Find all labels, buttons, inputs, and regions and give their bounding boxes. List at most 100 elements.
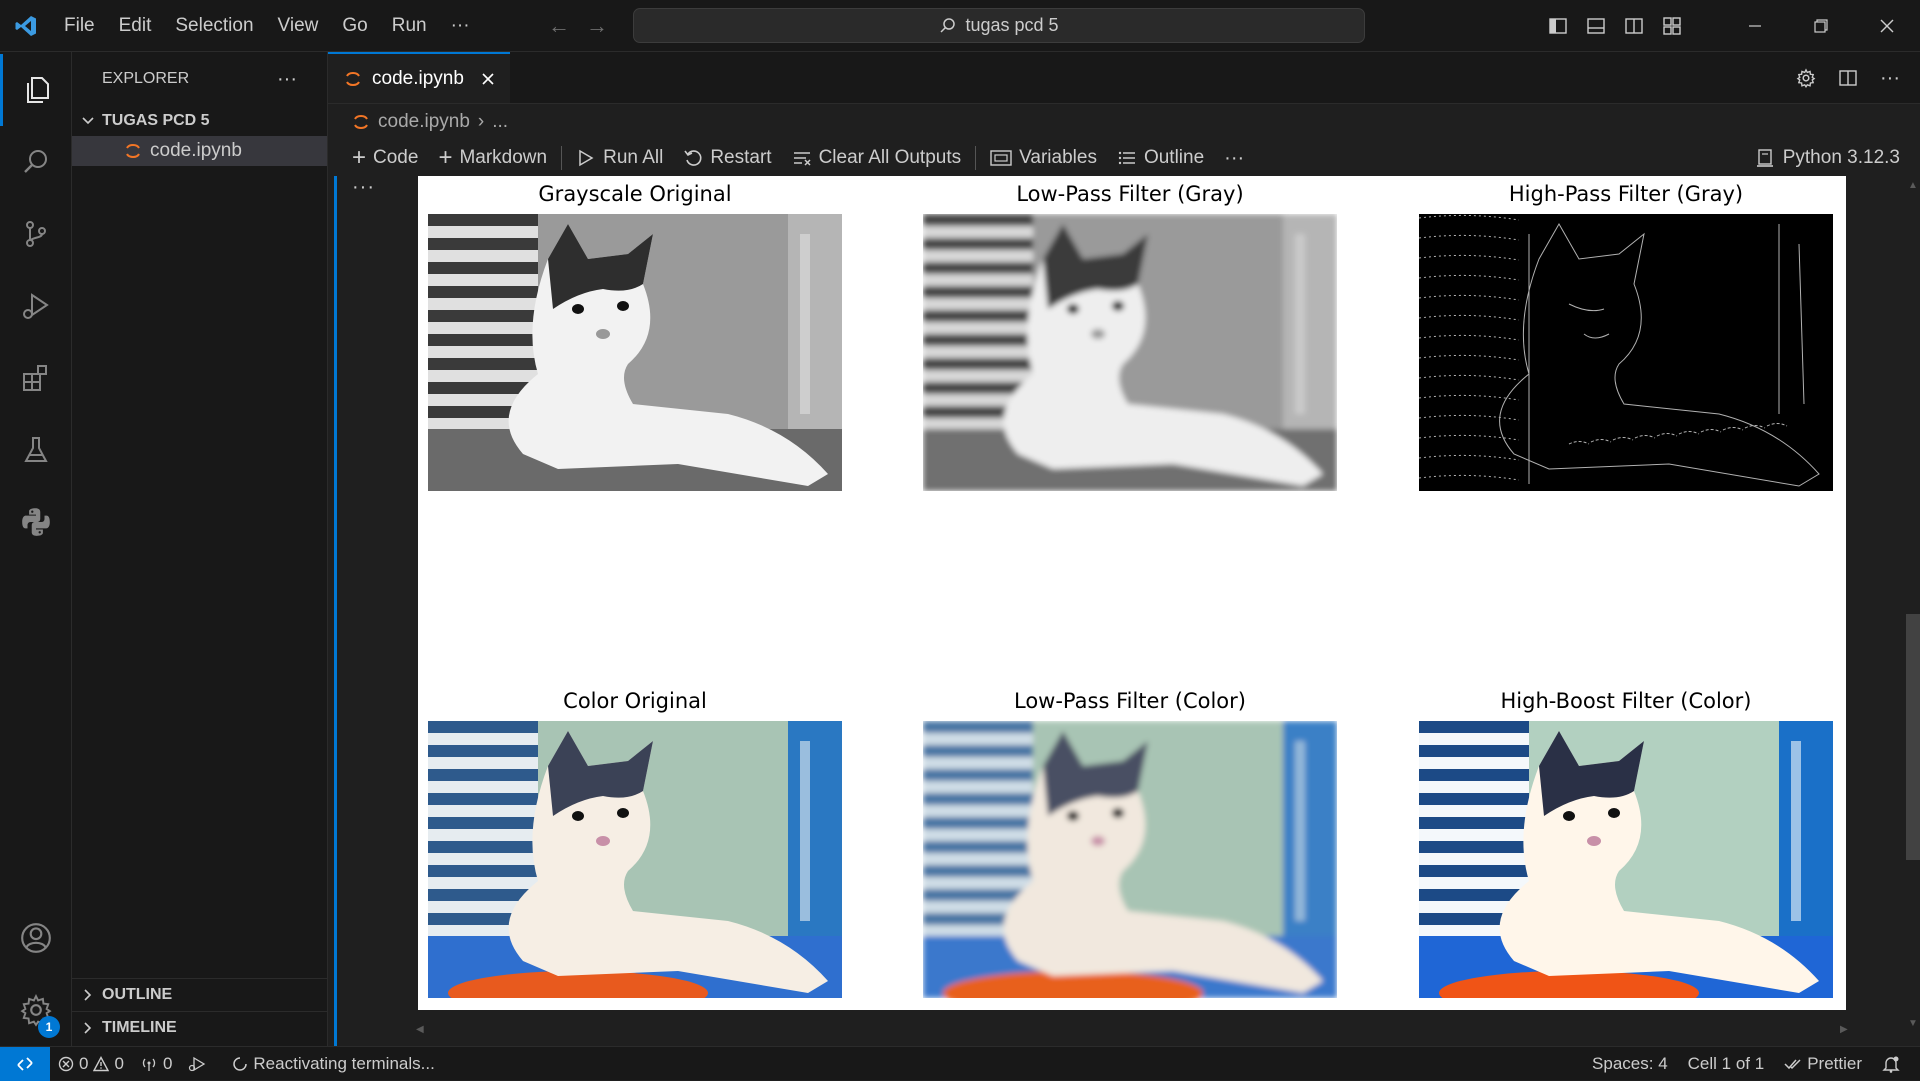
cell-output-menu[interactable]: ···	[352, 176, 375, 199]
restore-button[interactable]	[1788, 0, 1854, 52]
timeline-label: TIMELINE	[102, 1019, 177, 1036]
clear-outputs-button[interactable]: Clear All Outputs	[782, 140, 972, 176]
minimize-button[interactable]	[1722, 0, 1788, 52]
scroll-up-arrow-icon[interactable]: ▲	[1906, 180, 1920, 194]
variables-button[interactable]: Variables	[980, 140, 1107, 176]
kernel-picker[interactable]: Python 3.12.3	[1755, 140, 1900, 176]
editor-actions: ···	[1796, 52, 1900, 104]
remote-indicator[interactable]	[0, 1046, 50, 1081]
more-actions-icon[interactable]: ···	[1880, 67, 1900, 90]
problems-indicator[interactable]: 0 0	[50, 1047, 132, 1081]
beaker-icon	[24, 437, 48, 462]
prettier-status[interactable]: Prettier	[1776, 1047, 1870, 1081]
title-bar-controls	[1548, 0, 1920, 52]
kernel-icon	[1756, 149, 1773, 167]
source-control-icon	[26, 221, 46, 247]
indentation-status[interactable]: Spaces: 4	[1584, 1047, 1676, 1081]
breadcrumb-separator-icon: ›	[477, 111, 485, 132]
tab-code-ipynb[interactable]: code.ipynb	[328, 52, 510, 103]
activity-explorer[interactable]	[0, 54, 72, 126]
remote-icon	[17, 1056, 33, 1071]
activity-testing[interactable]	[0, 414, 72, 486]
toolbar-divider	[975, 146, 977, 170]
scrollbar-thumb[interactable]	[1906, 614, 1920, 860]
notebook-cells: ··· Grayscale Original Low-Pass Filter (…	[328, 176, 1920, 1046]
scroll-down-arrow-icon[interactable]: ▼	[1906, 1018, 1920, 1032]
back-arrow-icon[interactable]: ←	[548, 13, 570, 39]
toolbar-more-button[interactable]: ···	[1214, 140, 1254, 176]
breadcrumb-rest[interactable]: ...	[492, 111, 508, 133]
debug-status[interactable]	[180, 1047, 214, 1081]
minimize-icon	[1749, 25, 1761, 27]
activity-search[interactable]	[0, 126, 72, 198]
broadcast-icon	[142, 1058, 156, 1071]
activity-python[interactable]	[0, 486, 72, 558]
menu-file[interactable]: File	[52, 0, 107, 52]
outline-label: OUTLINE	[102, 986, 173, 1003]
cell-position-status[interactable]: Cell 1 of 1	[1680, 1047, 1773, 1081]
scroll-left-arrow-icon[interactable]: ◀	[416, 1024, 424, 1035]
activity-status[interactable]: Reactivating terminals...	[224, 1047, 442, 1081]
menu-go[interactable]: Go	[330, 0, 379, 52]
editor-area: code.ipynb ··· code.ipynb › ... + Code +…	[328, 52, 1920, 1046]
explorer-more-button[interactable]: ···	[277, 68, 297, 91]
file-code-ipynb[interactable]: code.ipynb	[72, 136, 327, 166]
outline-section[interactable]: OUTLINE	[72, 978, 328, 1011]
cat-image	[923, 721, 1337, 998]
outline-button[interactable]: Outline	[1107, 140, 1214, 176]
toggle-panel-icon[interactable]	[1586, 16, 1606, 36]
layout-controls	[1548, 16, 1682, 36]
settings-gear-icon[interactable]	[1796, 68, 1816, 88]
variables-label: Variables	[1019, 147, 1097, 168]
ports-indicator[interactable]: 0	[132, 1047, 180, 1081]
menu-run[interactable]: Run	[380, 0, 439, 52]
activity-source-control[interactable]	[0, 198, 72, 270]
notifications-button[interactable]	[1874, 1047, 1908, 1081]
timeline-section[interactable]: TIMELINE	[72, 1011, 328, 1044]
run-all-icon	[579, 149, 594, 167]
search-icon	[24, 150, 47, 173]
plot-title: Low-Pass Filter (Gray)	[1016, 182, 1244, 206]
add-markdown-cell-button[interactable]: + Markdown	[428, 140, 557, 176]
activity-extensions[interactable]	[0, 342, 72, 414]
split-editor-icon[interactable]	[1838, 68, 1858, 88]
command-center-search[interactable]: tugas pcd 5	[633, 8, 1365, 43]
forward-arrow-icon[interactable]: →	[586, 13, 608, 39]
menu-selection[interactable]: Selection	[163, 0, 265, 52]
activity-accounts[interactable]	[0, 902, 72, 974]
notebook-toolbar: + Code + Markdown Run All Restart Clear …	[328, 140, 1920, 176]
status-right: Spaces: 4 Cell 1 of 1 Prettier	[1584, 1047, 1908, 1081]
close-window-button[interactable]	[1854, 0, 1920, 52]
toggle-primary-sidebar-icon[interactable]	[1548, 16, 1568, 36]
customize-layout-icon[interactable]	[1662, 16, 1682, 36]
navigation-arrows: ← →	[548, 0, 608, 52]
run-all-button[interactable]: Run All	[566, 140, 673, 176]
explorer-header: EXPLORER ···	[72, 52, 327, 106]
vertical-scrollbar[interactable]: ▲ ▼	[1906, 176, 1920, 1046]
menu-more[interactable]: ···	[439, 0, 482, 52]
outline-label: Outline	[1143, 147, 1205, 168]
menu-view[interactable]: View	[266, 0, 331, 52]
search-icon	[940, 17, 956, 33]
breadcrumb-file[interactable]: code.ipynb	[378, 111, 470, 133]
warning-count: 0	[114, 1053, 124, 1073]
prettier-label: Prettier	[1807, 1054, 1862, 1073]
variables-icon	[990, 150, 1012, 166]
scroll-right-arrow-icon[interactable]: ▶	[1840, 1024, 1848, 1035]
menu-edit[interactable]: Edit	[107, 0, 164, 52]
close-tab-icon[interactable]	[480, 71, 496, 87]
activity-manage[interactable]: 1	[0, 974, 72, 1046]
restart-button[interactable]: Restart	[673, 140, 781, 176]
loading-spinner-icon	[233, 1056, 248, 1071]
title-bar: File Edit Selection View Go Run ··· ← → …	[0, 0, 1920, 52]
add-code-cell-button[interactable]: + Code	[342, 140, 428, 176]
account-icon	[21, 923, 51, 953]
error-count: 0	[79, 1053, 89, 1073]
chevron-right-icon	[84, 1022, 92, 1034]
bell-icon	[1882, 1056, 1900, 1073]
cat-image	[428, 214, 842, 491]
toggle-secondary-sidebar-icon[interactable]	[1624, 16, 1644, 36]
cat-image	[428, 721, 842, 998]
activity-run-debug[interactable]	[0, 270, 72, 342]
folder-tugas-pcd-5[interactable]: TUGAS PCD 5	[72, 106, 327, 136]
